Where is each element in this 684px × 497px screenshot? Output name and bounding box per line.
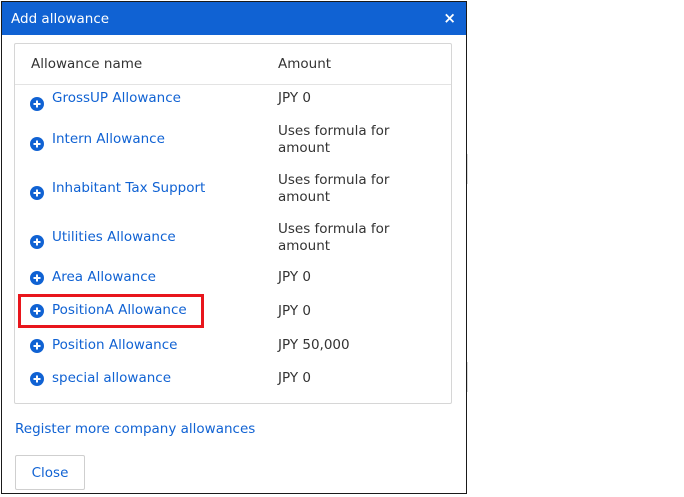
header-divider: [15, 84, 451, 85]
allowance-name-link[interactable]: Position Allowance: [52, 337, 177, 353]
allowance-table: Allowance name Amount GrossUP Allowance …: [14, 43, 452, 404]
allowance-amount: JPY 0: [278, 269, 311, 285]
plus-circle-icon[interactable]: [30, 137, 44, 151]
plus-circle-icon[interactable]: [30, 271, 44, 285]
plus-circle-icon[interactable]: [30, 372, 44, 386]
plus-circle-icon[interactable]: [30, 339, 44, 353]
allowance-name-link[interactable]: Area Allowance: [52, 269, 156, 285]
allowance-name-link[interactable]: PositionA Allowance: [52, 302, 187, 318]
dialog-title: Add allowance: [11, 11, 110, 27]
close-button[interactable]: Close: [15, 455, 85, 490]
plus-circle-icon[interactable]: [30, 235, 44, 249]
allowance-name-link[interactable]: special allowance: [52, 370, 171, 386]
allowance-amount: Uses formula for amount: [278, 123, 390, 156]
allowance-name-link[interactable]: Utilities Allowance: [52, 229, 176, 245]
allowance-amount: JPY 0: [278, 90, 311, 106]
plus-circle-icon[interactable]: [30, 97, 44, 111]
allowance-name-link[interactable]: Inhabitant Tax Support: [52, 180, 205, 196]
add-allowance-dialog: Add allowance × Allowance name Amount Gr…: [1, 1, 467, 494]
column-header-name: Allowance name: [31, 56, 143, 72]
allowance-amount: JPY 50,000: [278, 337, 350, 353]
plus-circle-icon[interactable]: [30, 186, 44, 200]
allowance-amount: Uses formula for amount: [278, 172, 390, 205]
register-allowances-link[interactable]: Register more company allowances: [15, 421, 255, 437]
allowance-amount: JPY 0: [278, 303, 311, 319]
allowance-name-link[interactable]: Intern Allowance: [52, 131, 165, 147]
dialog-header: Add allowance ×: [2, 2, 466, 35]
column-header-amount: Amount: [278, 56, 332, 72]
close-icon[interactable]: ×: [443, 10, 456, 26]
allowance-name-link[interactable]: GrossUP Allowance: [52, 90, 181, 106]
allowance-amount: Uses formula for amount: [278, 221, 390, 254]
plus-circle-icon[interactable]: [30, 304, 44, 318]
allowance-amount: JPY 0: [278, 370, 311, 386]
